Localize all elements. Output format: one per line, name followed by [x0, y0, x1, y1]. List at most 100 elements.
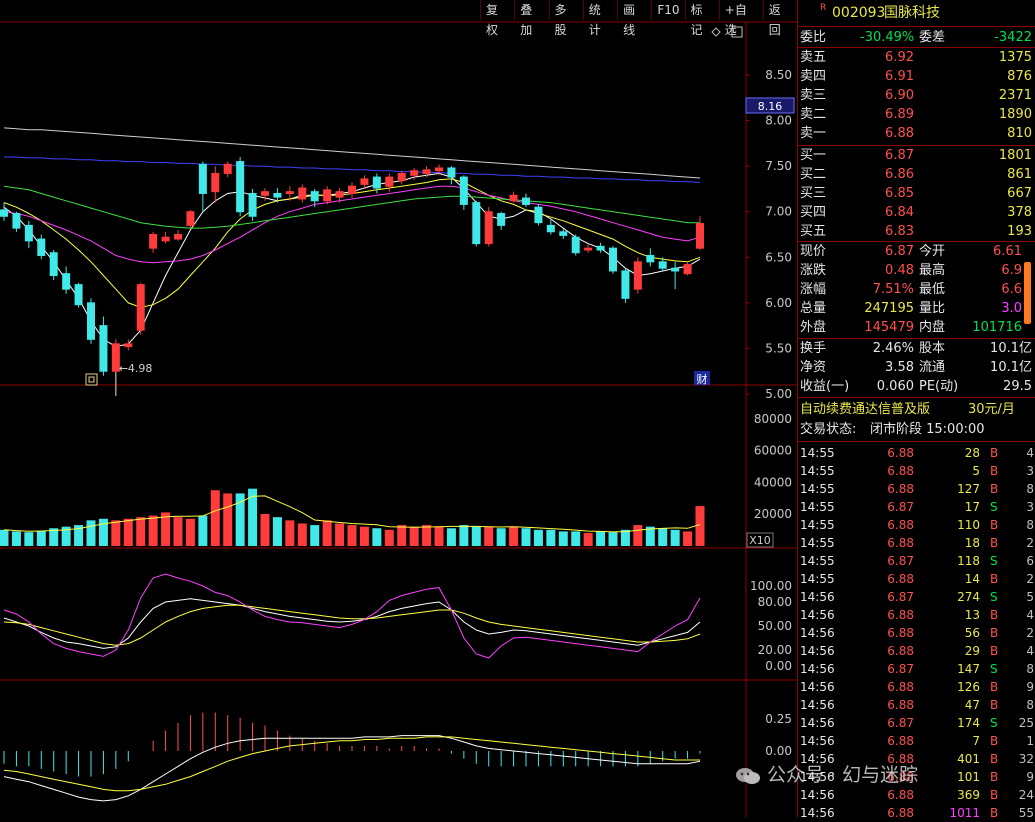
toolbar-button-2[interactable]: 多股 [548, 0, 583, 37]
volume-bar[interactable] [210, 490, 220, 546]
candle-body[interactable] [671, 267, 680, 272]
candle-body[interactable] [596, 245, 605, 251]
volume-bar[interactable] [434, 526, 444, 546]
volume-bar[interactable] [471, 526, 481, 546]
candle-body[interactable] [62, 273, 71, 290]
volume-bar[interactable] [223, 493, 233, 546]
volume-bar[interactable] [285, 520, 295, 546]
tick-row[interactable]: 14:55 6.88 127 B 8 [798, 480, 1035, 498]
candle-body[interactable] [124, 343, 133, 348]
candle-body[interactable] [410, 170, 419, 176]
candle-body[interactable] [0, 209, 8, 217]
candle-body[interactable] [12, 213, 21, 229]
candle-body[interactable] [683, 264, 692, 275]
tick-row[interactable]: 14:55 6.88 110 B 8 [798, 516, 1035, 534]
candle-body[interactable] [609, 247, 617, 272]
bid-level[interactable]: 买一 6.87 1801 [798, 147, 1035, 165]
volume-bar[interactable] [272, 517, 282, 546]
candle-body[interactable] [360, 178, 369, 185]
volume-bar[interactable] [521, 528, 531, 546]
volume-bar[interactable] [683, 531, 693, 546]
volume-bar[interactable] [695, 506, 705, 546]
tick-row[interactable]: 14:56 6.87 147 S 8 [798, 660, 1035, 678]
candle-body[interactable] [472, 202, 481, 245]
candle-body[interactable] [198, 163, 207, 194]
candle-body[interactable] [74, 284, 83, 306]
candle-body[interactable] [161, 236, 170, 242]
candle-body[interactable] [285, 191, 294, 194]
candle-body[interactable] [546, 224, 555, 233]
volume-bar[interactable] [185, 518, 195, 546]
candle-body[interactable] [621, 270, 630, 299]
candle-body[interactable] [323, 189, 332, 202]
toolbar-button-6[interactable]: 标记 [684, 0, 719, 37]
promo-text[interactable]: 自动续费通达信普及版 [800, 401, 930, 419]
volume-bar[interactable] [496, 528, 506, 546]
candle-body[interactable] [646, 254, 655, 263]
volume-bar[interactable] [347, 525, 357, 546]
candle-body[interactable] [211, 172, 220, 193]
candle-body[interactable] [459, 176, 468, 205]
tick-row[interactable]: 14:56 6.87 174 S 25 [798, 714, 1035, 732]
volume-bar[interactable] [633, 525, 643, 546]
diamond-icon[interactable] [711, 27, 721, 37]
volume-bar[interactable] [98, 518, 108, 546]
volume-bar[interactable] [198, 515, 208, 546]
ask-level[interactable]: 卖二 6.89 1890 [798, 106, 1035, 124]
volume-bar[interactable] [608, 532, 618, 546]
volume-bar[interactable] [583, 533, 593, 546]
tick-row[interactable]: 14:56 6.88 1011 B 55 [798, 804, 1035, 822]
tick-row[interactable]: 14:56 6.88 7 B 1 [798, 732, 1035, 750]
volume-bar[interactable] [36, 530, 46, 546]
candle-body[interactable] [298, 187, 307, 200]
volume-bar[interactable] [310, 525, 320, 546]
bid-level[interactable]: 买四 6.84 378 [798, 204, 1035, 222]
candle-body[interactable] [49, 252, 58, 277]
kline-chart[interactable]: 8.50 8.00 7.50 7.00 6.50 6.00 5.50 5.00 8.16 4.98… [0, 0, 797, 817]
tick-row[interactable]: 14:55 6.88 28 B 4 [798, 444, 1035, 462]
volume-bar[interactable] [148, 515, 158, 546]
tick-row[interactable]: 14:56 6.88 369 B 24 [798, 786, 1035, 804]
candle-body[interactable] [149, 234, 158, 249]
candle-body[interactable] [497, 213, 506, 226]
volume-bar[interactable] [670, 529, 680, 546]
tick-row[interactable]: 14:56 6.87 274 S 5 [798, 588, 1035, 606]
volume-bar[interactable] [24, 532, 34, 546]
candle-body[interactable] [87, 302, 95, 340]
volume-bar[interactable] [533, 529, 543, 546]
volume-bar[interactable] [0, 529, 9, 546]
volume-bar[interactable] [571, 531, 581, 546]
candle-body[interactable] [236, 161, 245, 213]
tick-row[interactable]: 14:55 6.87 17 S 3 [798, 498, 1035, 516]
volume-bar[interactable] [173, 517, 183, 546]
candle-body[interactable] [522, 197, 530, 205]
candle-body[interactable] [174, 234, 182, 240]
candle-body[interactable] [509, 194, 518, 202]
volume-bar[interactable] [248, 488, 258, 546]
candle-body[interactable] [559, 231, 568, 236]
ask-level[interactable]: 卖三 6.90 2371 [798, 87, 1035, 105]
candle-body[interactable] [484, 211, 493, 245]
candle-body[interactable] [534, 206, 543, 224]
tick-row[interactable]: 14:56 6.88 29 B 4 [798, 642, 1035, 660]
candle-body[interactable] [385, 176, 394, 187]
candle-body[interactable] [633, 261, 642, 290]
toolbar-button-5[interactable]: F10 [651, 0, 684, 20]
candle-body[interactable] [99, 325, 108, 372]
volume-bar[interactable] [409, 526, 419, 546]
stock-name[interactable]: 国脉科技 [884, 4, 940, 22]
candle-body[interactable] [261, 191, 269, 196]
toolbar-button-8[interactable]: 返回 [762, 0, 797, 37]
candle-body[interactable] [696, 223, 704, 249]
ask-level[interactable]: 卖一 6.88 810 [798, 125, 1035, 143]
volume-bar[interactable] [260, 514, 270, 546]
candle-body[interactable] [273, 192, 282, 198]
volume-bar[interactable] [372, 528, 382, 546]
volume-bar[interactable] [86, 520, 96, 546]
volume-bar[interactable] [359, 526, 369, 546]
volume-bar[interactable] [397, 525, 407, 546]
candle-body[interactable] [223, 163, 232, 174]
stock-code[interactable]: 002093 [832, 4, 885, 22]
candle-body[interactable] [447, 167, 456, 178]
volume-bar[interactable] [509, 526, 519, 546]
